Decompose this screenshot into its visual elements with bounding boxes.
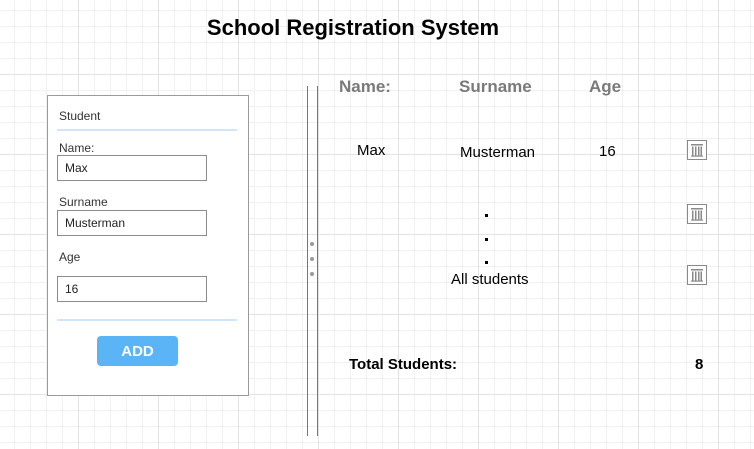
total-students-label: Total Students: <box>349 356 458 373</box>
form-header: Student <box>59 109 101 123</box>
surname-label: Surname <box>59 195 108 209</box>
cell-age: 16 <box>599 143 616 160</box>
trash-icon[interactable] <box>687 265 707 285</box>
trash-icon[interactable] <box>687 140 707 160</box>
age-input[interactable] <box>57 276 207 302</box>
total-students-value: 8 <box>695 356 704 373</box>
cell-surname: Musterman <box>460 144 536 161</box>
ellipsis-dot <box>485 261 488 264</box>
drag-handle-dot <box>310 242 314 246</box>
drag-handle-dot <box>310 257 314 261</box>
column-header-age: Age <box>589 77 622 96</box>
name-input[interactable] <box>57 155 207 181</box>
trash-icon-glyph <box>691 208 703 221</box>
student-form-panel: Student Name: Surname Age ADD <box>47 95 249 396</box>
column-header-name: Name: <box>339 77 391 96</box>
trash-icon-glyph <box>691 144 703 157</box>
cell-name: Max <box>357 142 386 159</box>
page-title: School Registration System <box>206 15 500 40</box>
add-button[interactable]: ADD <box>97 336 178 366</box>
ellipsis-dot <box>485 214 488 217</box>
form-footer-divider <box>57 319 237 321</box>
trash-icon[interactable] <box>687 204 707 224</box>
column-header-surname: Surname <box>459 77 532 96</box>
ellipsis-dot <box>485 238 488 241</box>
drag-handle-dot <box>310 272 314 276</box>
drag-handle-icon[interactable] <box>305 236 319 280</box>
surname-input[interactable] <box>57 210 207 236</box>
name-label: Name: <box>59 141 95 155</box>
form-header-divider <box>57 129 237 131</box>
all-students-placeholder: All students <box>451 271 529 288</box>
age-label: Age <box>59 250 81 264</box>
trash-icon-glyph <box>691 269 703 282</box>
